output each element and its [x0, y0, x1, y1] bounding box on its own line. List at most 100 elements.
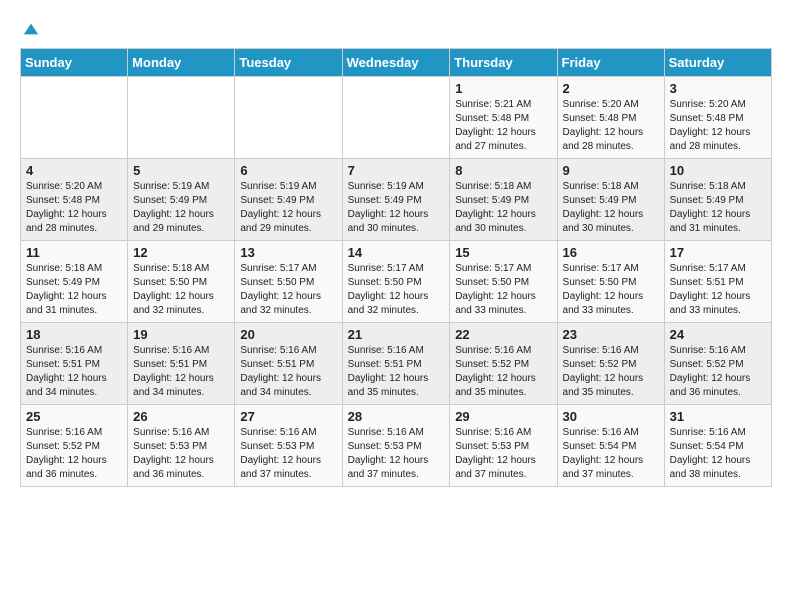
calendar-cell: 9 Sunrise: 5:18 AM Sunset: 5:49 PM Daylig…: [557, 159, 664, 241]
calendar-cell: 6Sunrise: 5:19 AM Sunset: 5:49 PM Daylig…: [235, 159, 342, 241]
calendar-cell: 18 Sunrise: 5:16 AM Sunset: 5:51 PM Dayli…: [21, 323, 128, 405]
day-info: Sunrise: 5:19 AM Sunset: 5:49 PM Dayligh…: [348, 180, 445, 236]
day-number: 29: [455, 409, 551, 424]
day-info: Sunrise: 5:20 AM Sunset: 5:48 PM Dayligh…: [670, 98, 766, 154]
day-number: 12: [133, 245, 229, 260]
calendar-cell: 25 Sunrise: 5:16 AM Sunset: 5:52 PM Dayli…: [21, 405, 128, 487]
calendar-cell: 15 Sunrise: 5:17 AM Sunset: 5:50 PM Dayli…: [450, 241, 557, 323]
day-info: Sunrise: 5:16 AM Sunset: 5:51 PM Dayligh…: [26, 344, 122, 400]
day-number: 27: [240, 409, 336, 424]
day-number: 17: [670, 245, 766, 260]
page-header: [20, 20, 772, 38]
calendar-table: SundayMondayTuesdayWednesdayThursdayFrid…: [20, 48, 772, 487]
calendar-week-5: 25 Sunrise: 5:16 AM Sunset: 5:52 PM Dayli…: [21, 405, 772, 487]
day-info: Sunrise: 5:17 AM Sunset: 5:51 PM Dayligh…: [670, 262, 766, 318]
day-number: 16: [563, 245, 659, 260]
day-number: 30: [563, 409, 659, 424]
day-info: Sunrise: 5:17 AM Sunset: 5:50 PM Dayligh…: [455, 262, 551, 318]
calendar-week-2: 4Sunrise: 5:20 AM Sunset: 5:48 PM Daylig…: [21, 159, 772, 241]
day-number: 19: [133, 327, 229, 342]
day-info: Sunrise: 5:16 AM Sunset: 5:53 PM Dayligh…: [455, 426, 551, 482]
day-info: Sunrise: 5:17 AM Sunset: 5:50 PM Dayligh…: [240, 262, 336, 318]
calendar-cell: 14Sunrise: 5:17 AM Sunset: 5:50 PM Dayli…: [342, 241, 450, 323]
day-number: 22: [455, 327, 551, 342]
calendar-cell: [21, 77, 128, 159]
calendar-cell: 31 Sunrise: 5:16 AM Sunset: 5:54 PM Dayli…: [664, 405, 771, 487]
day-number: 24: [670, 327, 766, 342]
day-info: Sunrise: 5:16 AM Sunset: 5:54 PM Dayligh…: [670, 426, 766, 482]
calendar-cell: 7 Sunrise: 5:19 AM Sunset: 5:49 PM Daylig…: [342, 159, 450, 241]
calendar-cell: 30 Sunrise: 5:16 AM Sunset: 5:54 PM Dayli…: [557, 405, 664, 487]
header-saturday: Saturday: [664, 49, 771, 77]
header-monday: Monday: [128, 49, 235, 77]
day-number: 2: [563, 81, 659, 96]
day-info: Sunrise: 5:16 AM Sunset: 5:52 PM Dayligh…: [26, 426, 122, 482]
day-info: Sunrise: 5:18 AM Sunset: 5:50 PM Dayligh…: [133, 262, 229, 318]
day-number: 21: [348, 327, 445, 342]
header-thursday: Thursday: [450, 49, 557, 77]
calendar-cell: 10 Sunrise: 5:18 AM Sunset: 5:49 PM Dayli…: [664, 159, 771, 241]
calendar-cell: 28Sunrise: 5:16 AM Sunset: 5:53 PM Dayli…: [342, 405, 450, 487]
calendar-cell: 5 Sunrise: 5:19 AM Sunset: 5:49 PM Daylig…: [128, 159, 235, 241]
calendar-week-1: 1Sunrise: 5:21 AM Sunset: 5:48 PM Daylig…: [21, 77, 772, 159]
day-info: Sunrise: 5:16 AM Sunset: 5:53 PM Dayligh…: [133, 426, 229, 482]
calendar-cell: 11Sunrise: 5:18 AM Sunset: 5:49 PM Dayli…: [21, 241, 128, 323]
calendar-cell: 26 Sunrise: 5:16 AM Sunset: 5:53 PM Dayli…: [128, 405, 235, 487]
calendar-cell: 19 Sunrise: 5:16 AM Sunset: 5:51 PM Dayli…: [128, 323, 235, 405]
day-number: 15: [455, 245, 551, 260]
header-tuesday: Tuesday: [235, 49, 342, 77]
day-info: Sunrise: 5:17 AM Sunset: 5:50 PM Dayligh…: [563, 262, 659, 318]
day-info: Sunrise: 5:18 AM Sunset: 5:49 PM Dayligh…: [455, 180, 551, 236]
day-info: Sunrise: 5:16 AM Sunset: 5:52 PM Dayligh…: [455, 344, 551, 400]
day-number: 26: [133, 409, 229, 424]
day-info: Sunrise: 5:16 AM Sunset: 5:53 PM Dayligh…: [240, 426, 336, 482]
day-info: Sunrise: 5:18 AM Sunset: 5:49 PM Dayligh…: [670, 180, 766, 236]
day-number: 10: [670, 163, 766, 178]
day-number: 31: [670, 409, 766, 424]
calendar-cell: 3 Sunrise: 5:20 AM Sunset: 5:48 PM Daylig…: [664, 77, 771, 159]
calendar-cell: 24 Sunrise: 5:16 AM Sunset: 5:52 PM Dayli…: [664, 323, 771, 405]
day-number: 8: [455, 163, 551, 178]
day-info: Sunrise: 5:16 AM Sunset: 5:52 PM Dayligh…: [563, 344, 659, 400]
day-info: Sunrise: 5:16 AM Sunset: 5:54 PM Dayligh…: [563, 426, 659, 482]
header-sunday: Sunday: [21, 49, 128, 77]
calendar-cell: 12 Sunrise: 5:18 AM Sunset: 5:50 PM Dayli…: [128, 241, 235, 323]
calendar-cell: 8 Sunrise: 5:18 AM Sunset: 5:49 PM Daylig…: [450, 159, 557, 241]
day-info: Sunrise: 5:19 AM Sunset: 5:49 PM Dayligh…: [240, 180, 336, 236]
day-info: Sunrise: 5:16 AM Sunset: 5:52 PM Dayligh…: [670, 344, 766, 400]
calendar-cell: 17 Sunrise: 5:17 AM Sunset: 5:51 PM Dayli…: [664, 241, 771, 323]
calendar-cell: 20Sunrise: 5:16 AM Sunset: 5:51 PM Dayli…: [235, 323, 342, 405]
calendar-header-row: SundayMondayTuesdayWednesdayThursdayFrid…: [21, 49, 772, 77]
day-number: 7: [348, 163, 445, 178]
day-info: Sunrise: 5:21 AM Sunset: 5:48 PM Dayligh…: [455, 98, 551, 154]
day-number: 25: [26, 409, 122, 424]
day-number: 5: [133, 163, 229, 178]
calendar-cell: 21 Sunrise: 5:16 AM Sunset: 5:51 PM Dayli…: [342, 323, 450, 405]
day-number: 20: [240, 327, 336, 342]
header-wednesday: Wednesday: [342, 49, 450, 77]
calendar-cell: 23 Sunrise: 5:16 AM Sunset: 5:52 PM Dayli…: [557, 323, 664, 405]
day-number: 9: [563, 163, 659, 178]
calendar-cell: [128, 77, 235, 159]
day-number: 23: [563, 327, 659, 342]
calendar-week-4: 18 Sunrise: 5:16 AM Sunset: 5:51 PM Dayli…: [21, 323, 772, 405]
day-info: Sunrise: 5:20 AM Sunset: 5:48 PM Dayligh…: [563, 98, 659, 154]
calendar-cell: 2 Sunrise: 5:20 AM Sunset: 5:48 PM Daylig…: [557, 77, 664, 159]
calendar-cell: 22 Sunrise: 5:16 AM Sunset: 5:52 PM Dayli…: [450, 323, 557, 405]
day-info: Sunrise: 5:20 AM Sunset: 5:48 PM Dayligh…: [26, 180, 122, 236]
day-info: Sunrise: 5:16 AM Sunset: 5:51 PM Dayligh…: [133, 344, 229, 400]
calendar-cell: 1Sunrise: 5:21 AM Sunset: 5:48 PM Daylig…: [450, 77, 557, 159]
day-info: Sunrise: 5:18 AM Sunset: 5:49 PM Dayligh…: [563, 180, 659, 236]
calendar-cell: 16 Sunrise: 5:17 AM Sunset: 5:50 PM Dayli…: [557, 241, 664, 323]
day-info: Sunrise: 5:19 AM Sunset: 5:49 PM Dayligh…: [133, 180, 229, 236]
logo-icon: [22, 20, 40, 38]
calendar-cell: 4Sunrise: 5:20 AM Sunset: 5:48 PM Daylig…: [21, 159, 128, 241]
day-number: 3: [670, 81, 766, 96]
calendar-cell: 13Sunrise: 5:17 AM Sunset: 5:50 PM Dayli…: [235, 241, 342, 323]
day-number: 28: [348, 409, 445, 424]
day-info: Sunrise: 5:16 AM Sunset: 5:51 PM Dayligh…: [348, 344, 445, 400]
calendar-cell: 29 Sunrise: 5:16 AM Sunset: 5:53 PM Dayli…: [450, 405, 557, 487]
day-info: Sunrise: 5:17 AM Sunset: 5:50 PM Dayligh…: [348, 262, 445, 318]
day-number: 11: [26, 245, 122, 260]
day-number: 18: [26, 327, 122, 342]
